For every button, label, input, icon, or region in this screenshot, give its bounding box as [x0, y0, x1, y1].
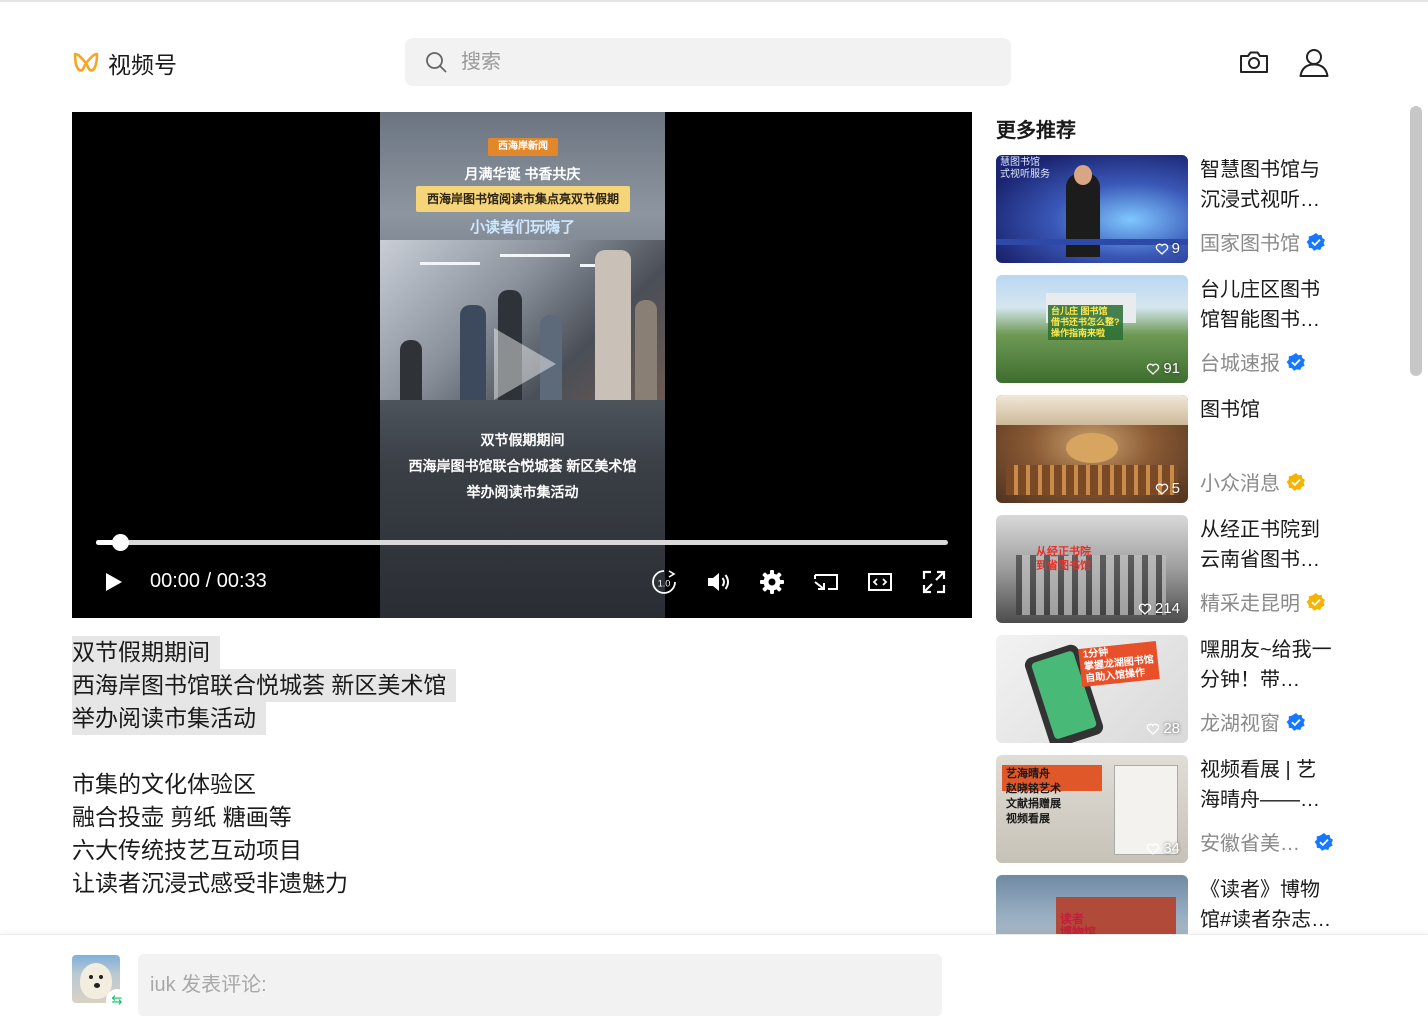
recommendation-item[interactable]: 艺海晴舟 赵晓铭艺术 文献捐赠展 视频看展 34 视频看展 | 艺海晴舟——… …	[996, 755, 1336, 863]
video-thumbnail: 5	[996, 395, 1188, 503]
channels-logo-icon	[73, 52, 99, 72]
video-thumbnail: 从经正书院 到省图书馆 214	[996, 515, 1188, 623]
recommendation-title[interactable]: 视频看展 | 艺海晴舟——…	[1200, 755, 1336, 815]
search-bar[interactable]	[405, 38, 1011, 86]
volume-button[interactable]	[704, 568, 732, 596]
fullscreen-icon	[922, 570, 946, 594]
play-icon	[106, 573, 122, 591]
thumbnail-caption: 台儿庄 图书馆 借书还书怎么整? 操作指南来啦	[1048, 305, 1123, 340]
overlay-headline: 月满华诞 书香共庆	[464, 166, 581, 182]
switch-account-icon[interactable]: ⇆	[106, 989, 128, 1011]
verified-badge-icon	[1286, 712, 1305, 731]
heart-icon	[1147, 723, 1160, 735]
play-button[interactable]	[102, 568, 126, 596]
speed-button[interactable]: 1.0	[650, 568, 678, 596]
heart-icon	[1147, 363, 1160, 375]
cast-button[interactable]	[812, 568, 840, 596]
recommendation-item[interactable]: 从经正书院 到省图书馆 214 从经正书院到云南省图书… 精采走昆明	[996, 515, 1336, 623]
description-line: 六大传统技艺互动项目	[72, 837, 302, 863]
time-display: 00:00 / 00:33	[150, 570, 267, 592]
heart-icon	[1147, 843, 1160, 855]
thumbnail-caption: 艺海晴舟 赵晓铭艺术 文献捐赠展 视频看展	[1006, 768, 1061, 825]
svg-text:1.0: 1.0	[658, 579, 671, 589]
camera-icon	[1240, 51, 1268, 73]
recommendation-item[interactable]: 5 图书馆 小众消息	[996, 395, 1336, 503]
recommendation-author[interactable]: 国家图书馆	[1200, 227, 1326, 256]
recommendation-title[interactable]: 《读者》博物馆#读者杂志…	[1200, 875, 1336, 935]
progress-bar[interactable]	[96, 534, 948, 551]
description-line: 举办阅读市集活动	[72, 702, 266, 735]
verified-badge-icon	[1286, 352, 1305, 371]
video-thumbnail: 慧图书馆 式视听服务 9	[996, 155, 1188, 263]
recommendation-item[interactable]: 慧图书馆 式视听服务 9 智慧图书馆与沉浸式视听… 国家图书馆	[996, 155, 1336, 263]
more-recommendations-title: 更多推荐	[996, 120, 1076, 142]
top-divider	[0, 0, 1428, 2]
verified-badge-icon	[1314, 832, 1333, 851]
video-description: 双节假期期间 西海岸图书馆联合悦城荟 新区美术馆 举办阅读市集活动 市集的文化体…	[72, 636, 457, 900]
overlay-caption: 小读者们玩嗨了	[469, 219, 575, 236]
like-count: 9	[1155, 240, 1180, 257]
fullscreen-button[interactable]	[920, 568, 948, 596]
wide-mode-icon	[868, 573, 892, 591]
like-count: 214	[1138, 600, 1180, 617]
description-line: 市集的文化体验区	[72, 771, 256, 797]
heart-icon	[1155, 243, 1168, 255]
video-thumbnail: 台儿庄 图书馆 借书还书怎么整? 操作指南来啦 91	[996, 275, 1188, 383]
comment-bar: ⇆	[0, 934, 1428, 1036]
user-icon	[1299, 49, 1329, 77]
settings-button[interactable]	[758, 568, 786, 596]
overlay-subtitle-2: 西海岸图书馆联合悦城荟 新区美术馆	[408, 458, 637, 474]
verified-badge-icon	[1306, 232, 1325, 251]
like-count: 5	[1155, 480, 1180, 497]
progress-handle[interactable]	[111, 534, 129, 551]
overlay-banner: 西海岸图书馆阅读市集点亮双节假期	[416, 186, 630, 212]
recommendation-author[interactable]: 精采走昆明	[1200, 587, 1326, 616]
app-name: 视频号	[108, 52, 177, 78]
thumbnail-caption: 从经正书院 到省图书馆	[1036, 546, 1091, 572]
verified-badge-icon	[1306, 592, 1325, 611]
video-thumbnail: 艺海晴舟 赵晓铭艺术 文献捐赠展 视频看展 34	[996, 755, 1188, 863]
comment-input[interactable]	[138, 954, 942, 1016]
thumbnail-caption: 1分钟 掌握龙湖图书馆 自助入馆操作	[1078, 641, 1160, 687]
recommendation-title[interactable]: 台儿庄区图书馆智能图书…	[1200, 275, 1336, 335]
verified-badge-icon	[1286, 472, 1305, 491]
recommendation-title[interactable]: 图书馆	[1200, 395, 1336, 425]
description-line: 双节假期期间	[72, 636, 220, 669]
search-input[interactable]	[461, 50, 981, 74]
recommendation-title[interactable]: 智慧图书馆与沉浸式视听…	[1200, 155, 1336, 215]
heart-icon	[1138, 603, 1152, 615]
like-count: 34	[1146, 840, 1180, 857]
thumbnail-caption: 慧图书馆 式视听服务	[1000, 157, 1050, 180]
video-thumbnail: 1分钟 掌握龙湖图书馆 自助入馆操作 28	[996, 635, 1188, 743]
search-icon	[426, 52, 447, 73]
description-line: 让读者沉浸式感受非遗魅力	[72, 870, 348, 896]
app-logo[interactable]: 视频号	[72, 46, 177, 80]
recommendation-author[interactable]: 台城速报	[1200, 347, 1306, 376]
theater-mode-button[interactable]	[866, 568, 894, 596]
playback-speed-icon: 1.0	[652, 570, 676, 594]
video-player[interactable]: 西海岸新闻 月满华诞 书香共庆 西海岸图书馆阅读市集点亮双节假期 小读者们玩嗨了…	[72, 112, 972, 618]
recommendation-author[interactable]: 小众消息	[1200, 467, 1306, 496]
profile-button[interactable]	[1298, 46, 1330, 78]
recommendation-item[interactable]: 1分钟 掌握龙湖图书馆 自助入馆操作 28 嘿朋友~给我一分钟！带… 龙湖视窗	[996, 635, 1336, 743]
cast-icon	[814, 574, 838, 590]
heart-icon	[1155, 483, 1168, 495]
overlay-subtitle-1: 双节假期期间	[480, 432, 565, 448]
description-line: 融合投壶 剪纸 糖画等	[72, 804, 292, 830]
recommendation-author[interactable]: 安徽省美…	[1200, 827, 1334, 856]
brand-badge: 西海岸新闻	[488, 138, 558, 156]
recommendation-author[interactable]: 龙湖视窗	[1200, 707, 1306, 736]
camera-button[interactable]	[1238, 46, 1270, 78]
description-line: 西海岸图书馆联合悦城荟 新区美术馆	[72, 669, 457, 702]
recommendation-title[interactable]: 从经正书院到云南省图书…	[1200, 515, 1336, 575]
gear-icon	[760, 570, 784, 594]
scrollbar-thumb[interactable]	[1410, 106, 1422, 376]
big-play-icon[interactable]	[490, 324, 560, 404]
like-count: 91	[1146, 360, 1180, 377]
like-count: 28	[1146, 720, 1180, 737]
recommendation-title[interactable]: 嘿朋友~给我一分钟！带…	[1200, 635, 1336, 695]
recommendation-item[interactable]: 台儿庄 图书馆 借书还书怎么整? 操作指南来啦 91 台儿庄区图书馆智能图书… …	[996, 275, 1336, 383]
overlay-subtitle-3: 举办阅读市集活动	[466, 484, 579, 500]
volume-icon	[708, 573, 729, 591]
